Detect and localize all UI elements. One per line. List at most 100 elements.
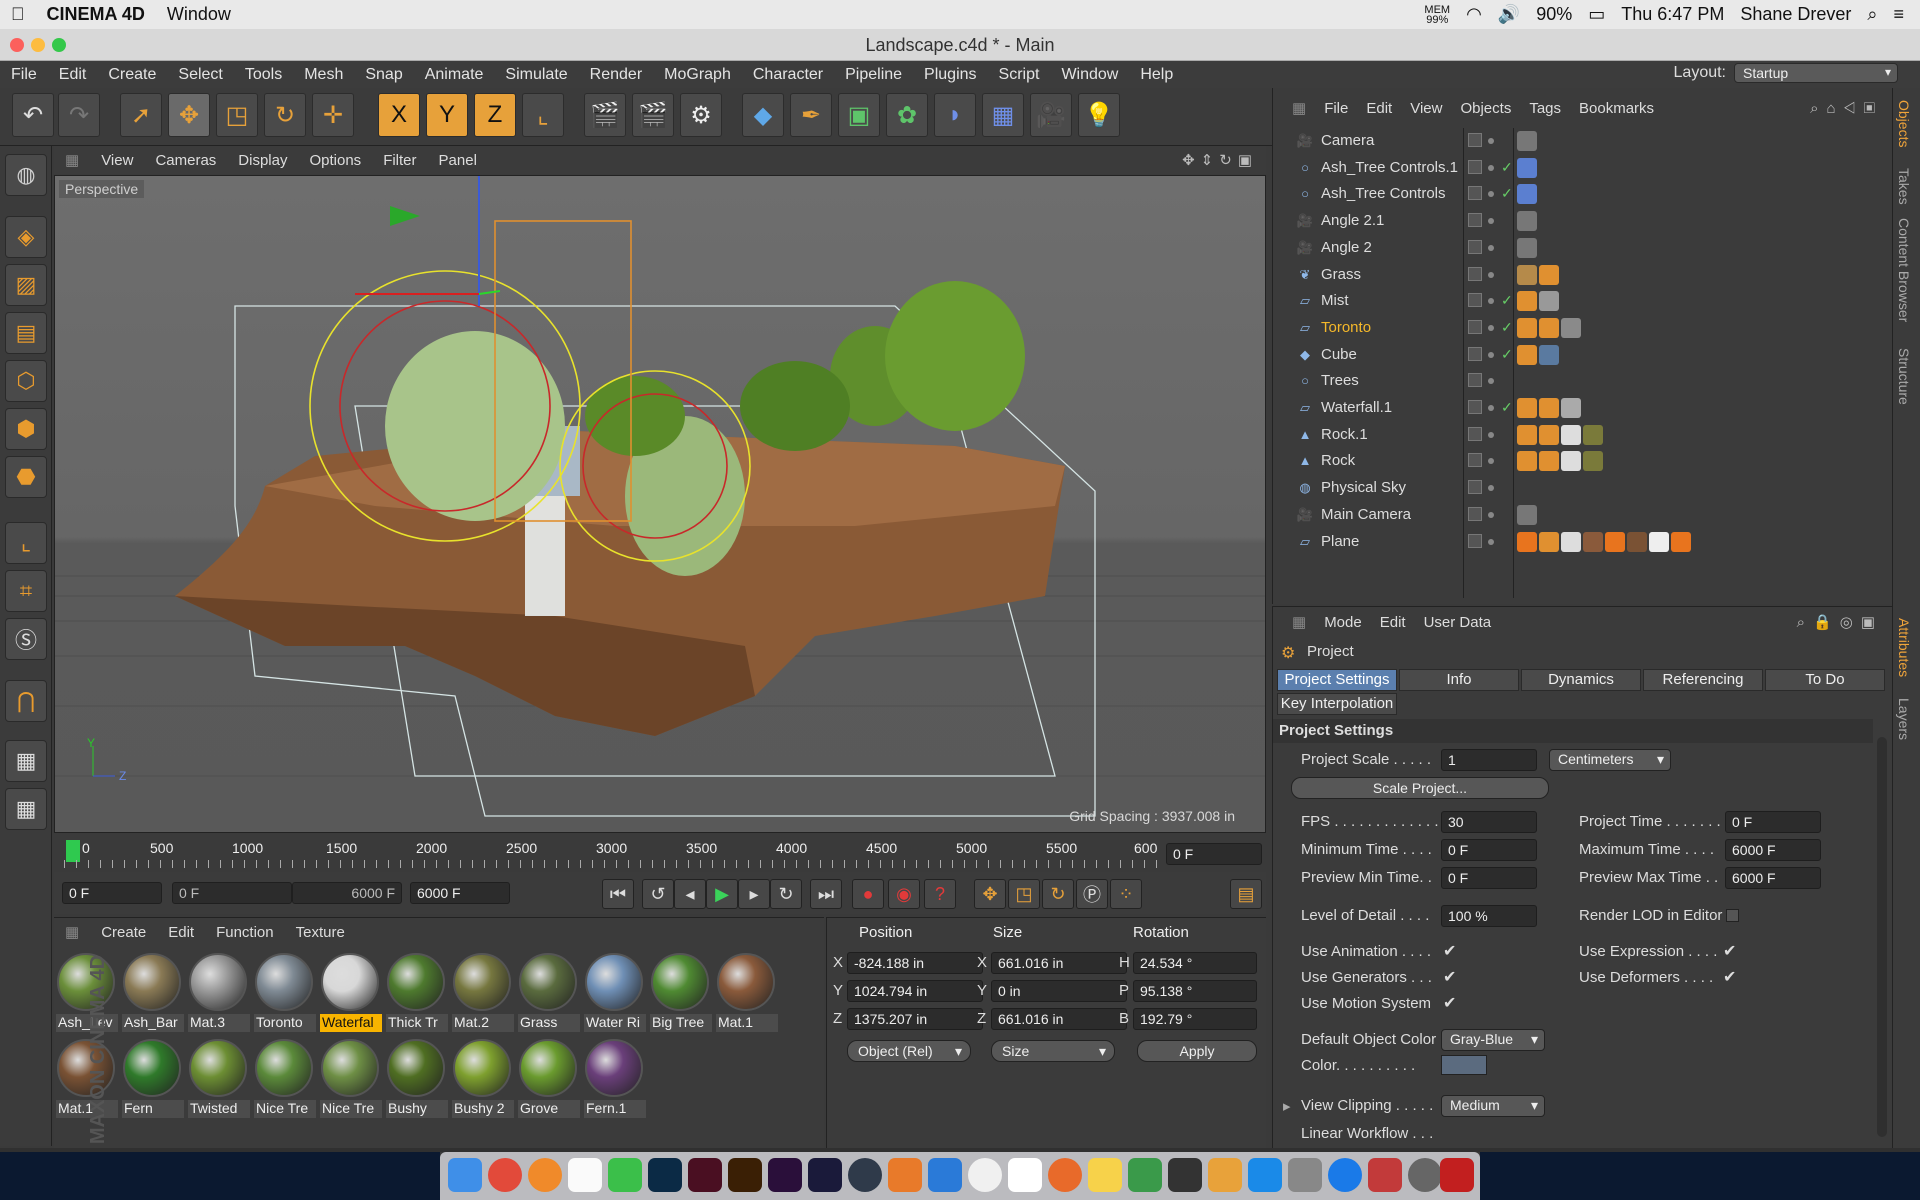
visibility-toggle[interactable] (1468, 266, 1482, 281)
spotlight-icon[interactable]: ⌕ (1867, 4, 1877, 25)
tag-icon[interactable] (1539, 344, 1559, 365)
tag-icon[interactable] (1583, 424, 1603, 445)
attribute-nav-icons[interactable]: ⌕🔒◎▣ (1797, 613, 1893, 631)
material-swatch[interactable]: Mat.3 (188, 952, 250, 1032)
coords-apply-button[interactable]: Apply (1137, 1040, 1257, 1062)
illustrator-icon[interactable] (728, 1158, 762, 1192)
itunes-icon[interactable] (968, 1158, 1002, 1192)
project-scale-unit-dropdown[interactable]: Centimeters (1549, 749, 1671, 771)
tag-icon[interactable] (1671, 531, 1691, 552)
make-editable-icon[interactable]: ◍ (5, 154, 47, 196)
object-menu-bookmarks[interactable]: Bookmarks (1570, 100, 1663, 117)
texture-mode-icon[interactable]: ▨ (5, 264, 47, 306)
render-visibility-dot[interactable] (1488, 405, 1494, 411)
material-swatch[interactable]: Grass (518, 952, 580, 1032)
rot-h-field[interactable]: 24.534 ° (1133, 952, 1257, 974)
menu-snap[interactable]: Snap (354, 66, 413, 84)
camera-icon[interactable]: 🎥 (1030, 93, 1072, 137)
material-swatch[interactable]: Mat.2 (452, 952, 514, 1032)
system-preferences-icon[interactable] (1408, 1158, 1442, 1192)
tab-dynamics[interactable]: Dynamics (1521, 669, 1641, 691)
photoshop-icon[interactable] (648, 1158, 682, 1192)
apple-icon[interactable]:  (0, 4, 36, 25)
tag-icon[interactable] (1561, 398, 1581, 418)
floor-icon[interactable]: ▦ (982, 93, 1024, 137)
menu-mesh[interactable]: Mesh (293, 66, 354, 84)
mac-menu-window[interactable]: Window (156, 4, 242, 25)
menu-mograph[interactable]: MoGraph (653, 66, 742, 84)
tag-icon[interactable] (1539, 398, 1559, 418)
menu-file[interactable]: File (0, 66, 48, 84)
tag-icon[interactable] (1517, 344, 1537, 365)
attr-menu-mode[interactable]: Mode (1315, 614, 1371, 631)
tab-content-browser[interactable]: Content Browser (1896, 218, 1912, 322)
material-swatch[interactable]: Bushy 2 (452, 1038, 514, 1118)
menu-edit[interactable]: Edit (48, 66, 98, 84)
launchpad-icon[interactable] (568, 1158, 602, 1192)
object-row[interactable]: 🎥 Main Camera (1273, 502, 1893, 528)
enabled-check-icon[interactable]: ✓ (1501, 394, 1513, 420)
tag-icon[interactable] (1649, 531, 1669, 552)
viewport-menu-options[interactable]: Options (298, 152, 372, 169)
notification-center-icon[interactable]: ≡ (1893, 4, 1904, 25)
color-swatch[interactable] (1441, 1055, 1487, 1075)
workplane-mode-icon[interactable]: ▤ (5, 312, 47, 354)
firefox-icon[interactable] (528, 1158, 562, 1192)
snap-magnet-icon[interactable]: ⋂ (5, 680, 47, 722)
blender-icon[interactable] (888, 1158, 922, 1192)
visibility-toggle[interactable] (1468, 239, 1482, 254)
tag-icon[interactable] (1539, 531, 1559, 552)
object-menu-tags[interactable]: Tags (1520, 100, 1570, 117)
next-frame-icon[interactable]: ▸ (738, 879, 770, 909)
tag-icon[interactable] (1517, 504, 1537, 525)
move-icon[interactable]: ✥ (168, 93, 210, 137)
tag-icon[interactable] (1517, 531, 1537, 552)
visibility-toggle[interactable] (1468, 133, 1482, 147)
volume-icon[interactable]: 🔊 (1498, 4, 1520, 25)
pages-icon[interactable] (1208, 1158, 1242, 1192)
app-name[interactable]: CINEMA 4D (36, 4, 156, 25)
tag-icon[interactable] (1539, 291, 1559, 312)
object-row[interactable]: ◍ Physical Sky (1273, 475, 1893, 501)
tag-icon[interactable] (1517, 184, 1537, 205)
render-visibility-dot[interactable] (1488, 164, 1494, 171)
visibility-toggle[interactable] (1468, 346, 1482, 361)
viewport-nav-icons[interactable]: ✥⇕↻▣ (1182, 151, 1266, 169)
object-row[interactable]: ◆ Cube ✓ (1273, 342, 1893, 368)
subdivision-icon[interactable]: ▣ (838, 93, 880, 137)
preview-max-field[interactable]: 6000 F (1725, 867, 1821, 889)
vlc-icon[interactable] (1048, 1158, 1082, 1192)
tag-icon[interactable] (1561, 424, 1581, 445)
render-visibility-dot[interactable] (1488, 351, 1494, 358)
render-visibility-dot[interactable] (1488, 138, 1494, 144)
tag-icon[interactable] (1517, 291, 1537, 312)
zoom-window-button[interactable] (52, 38, 66, 52)
visibility-toggle[interactable] (1468, 426, 1482, 441)
min-time-field[interactable]: 0 F (1441, 839, 1537, 861)
numbers-icon[interactable] (1128, 1158, 1162, 1192)
previous-frame-icon[interactable]: ◂ (674, 879, 706, 909)
rot-b-field[interactable]: 192.79 ° (1133, 1008, 1257, 1030)
select-live-icon[interactable]: ➚ (120, 93, 162, 137)
render-visibility-dot[interactable] (1488, 271, 1494, 278)
render-visibility-dot[interactable] (1488, 511, 1494, 518)
wifi-icon[interactable]: ◠ (1466, 4, 1482, 25)
render-visibility-dot[interactable] (1488, 191, 1494, 198)
messages-icon[interactable] (608, 1158, 642, 1192)
render-picture-viewer-icon[interactable]: 🎬 (632, 93, 674, 137)
material-swatch[interactable]: Nice Tre (254, 1038, 316, 1118)
material-swatch[interactable]: Twisted (188, 1038, 250, 1118)
attr-menu-user-data[interactable]: User Data (1415, 614, 1501, 631)
tab-info[interactable]: Info (1399, 669, 1519, 691)
project-time-field[interactable]: 0 F (1725, 811, 1821, 833)
tag-icon[interactable] (1539, 424, 1559, 445)
tab-key-interpolation[interactable]: Key Interpolation (1277, 693, 1397, 715)
object-row[interactable]: ○ Trees (1273, 368, 1893, 394)
key-pla-icon[interactable]: ⁘ (1110, 879, 1142, 909)
undo-icon[interactable]: ↶ (12, 93, 54, 137)
tag-icon[interactable] (1561, 317, 1581, 338)
tag-icon[interactable] (1561, 451, 1581, 472)
key-scale-icon[interactable]: ◳ (1008, 879, 1040, 909)
enabled-check-icon[interactable]: ✓ (1501, 314, 1513, 340)
render-visibility-dot[interactable] (1488, 324, 1494, 331)
